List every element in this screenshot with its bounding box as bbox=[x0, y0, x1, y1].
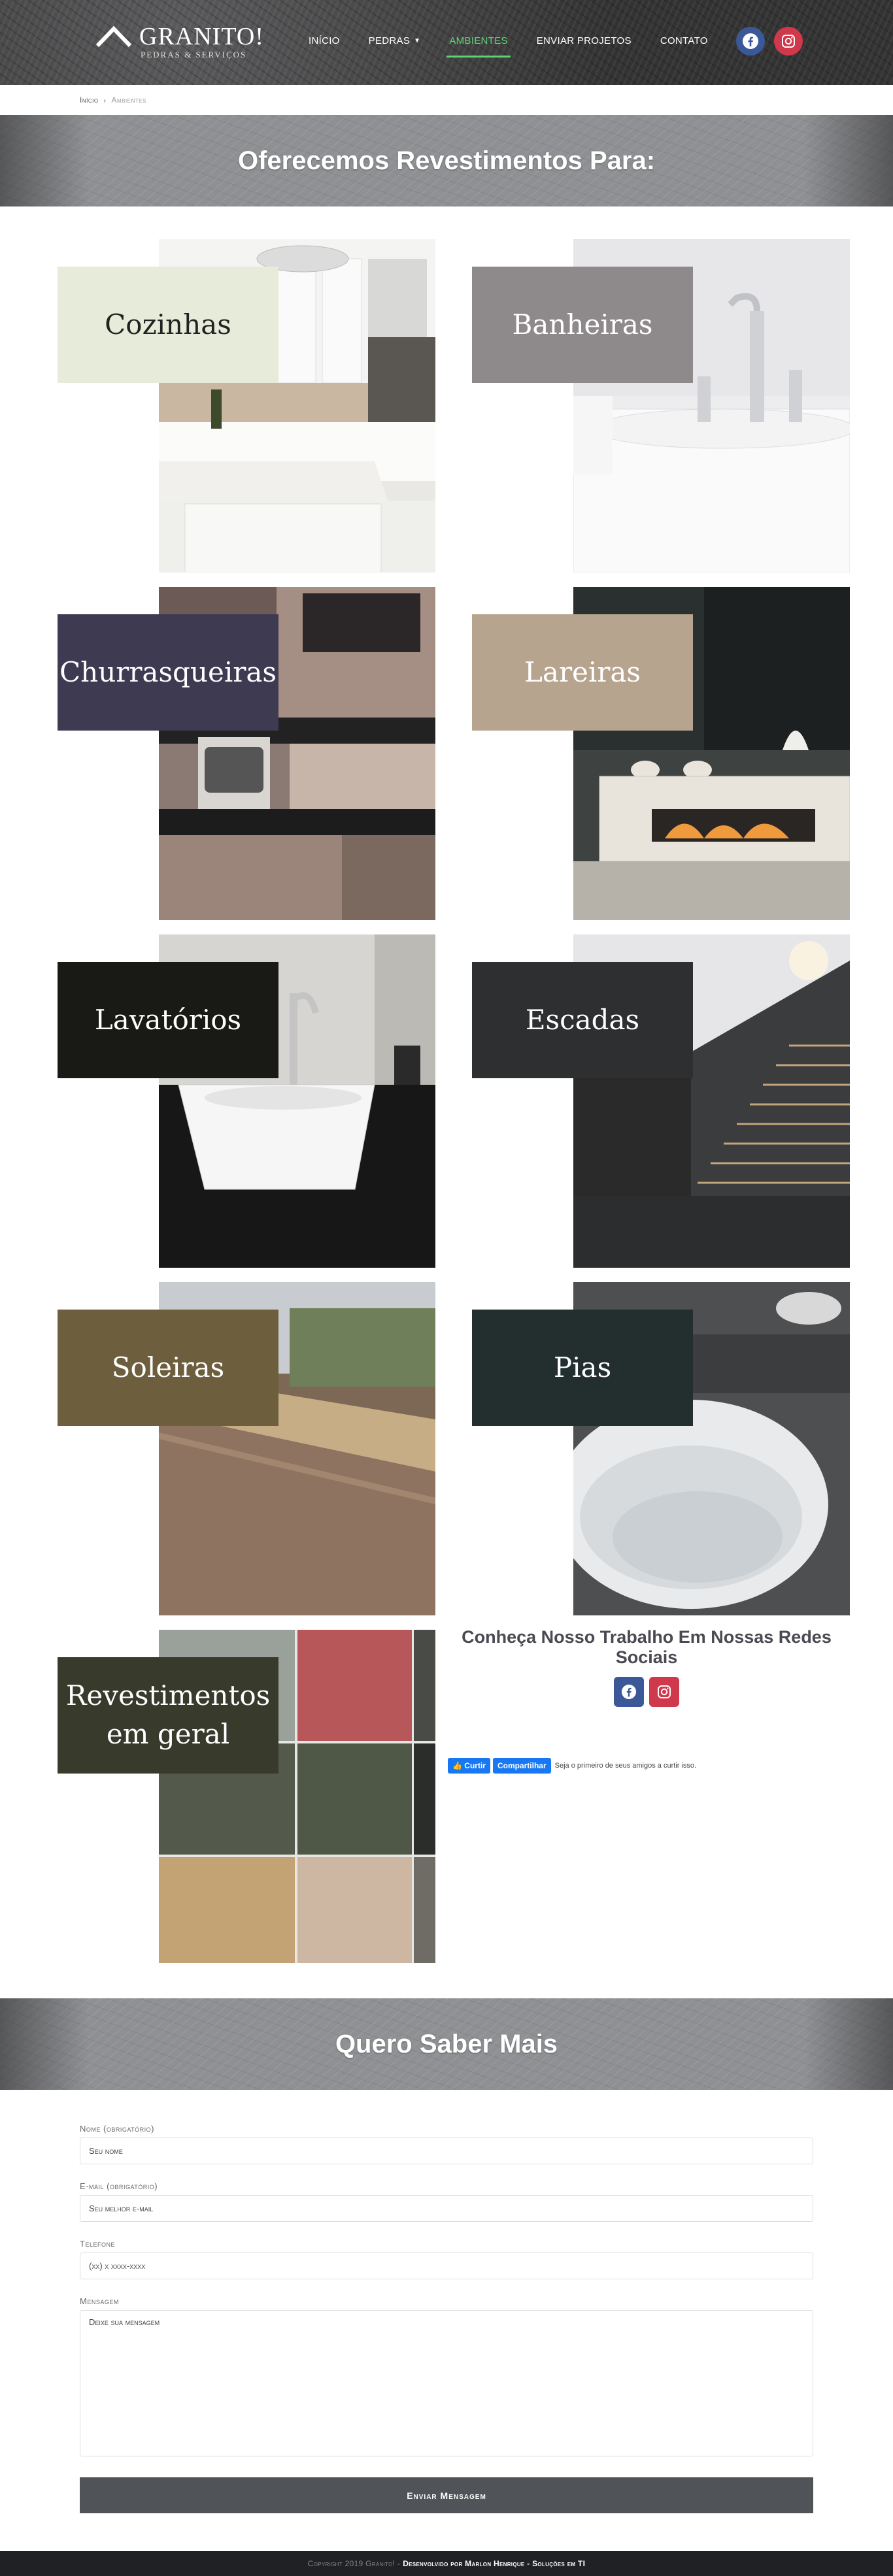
breadcrumb-current: Ambientes bbox=[111, 95, 146, 105]
contact-form: Nome (obrigatório) E-mail (obrigatório) … bbox=[80, 2124, 813, 2513]
social-panel: Conheça Nosso Trabalho Em Nossas Redes S… bbox=[446, 1627, 847, 1774]
logo-name: GRANITO! bbox=[139, 23, 264, 50]
footer-developer-link[interactable]: Desenvolvido por Marlon Henrique - Soluç… bbox=[403, 2559, 585, 2568]
email-field-group: E-mail (obrigatório) bbox=[80, 2181, 813, 2222]
site-header: GRANITO! PEDRAS & SERVIÇOS Início Pedras… bbox=[0, 0, 893, 85]
phone-input[interactable] bbox=[80, 2253, 813, 2279]
nav-item-enviar-projetos[interactable]: Enviar Projetos bbox=[522, 29, 646, 58]
message-textarea[interactable] bbox=[80, 2310, 813, 2456]
social-panel-links bbox=[446, 1677, 847, 1707]
facebook-share-button[interactable]: Compartilhar bbox=[492, 1758, 551, 1774]
name-label: Nome (obrigatório) bbox=[80, 2124, 154, 2134]
like-label: Curtir bbox=[464, 1761, 486, 1770]
contact-title: Quero Saber Mais bbox=[335, 2029, 558, 2058]
card-lareiras[interactable]: Lareiras bbox=[472, 587, 850, 920]
main-nav: Início Pedras ▼ Ambientes Enviar Projetos… bbox=[294, 29, 722, 58]
thumbs-up-icon: 👍 bbox=[452, 1761, 462, 1770]
card-pias[interactable]: Pias bbox=[472, 1282, 850, 1615]
chevron-down-icon: ▼ bbox=[414, 37, 421, 44]
card-lavatorios[interactable]: Lavatórios bbox=[58, 934, 435, 1268]
card-label: Revestimentos em geral bbox=[58, 1657, 278, 1774]
phone-label: Telefone bbox=[80, 2239, 115, 2249]
instagram-icon bbox=[782, 35, 795, 48]
phone-field-group: Telefone bbox=[80, 2239, 813, 2279]
facebook-like-note: Seja o primeiro de seus amigos a curtir … bbox=[554, 1762, 697, 1770]
email-label: E-mail (obrigatório) bbox=[80, 2181, 158, 2191]
card-soleiras[interactable]: Soleiras bbox=[58, 1282, 435, 1615]
contact-banner: Quero Saber Mais bbox=[0, 1998, 893, 2090]
facebook-link[interactable] bbox=[614, 1677, 644, 1707]
card-churrasqueiras[interactable]: Churrasqueiras bbox=[58, 587, 435, 920]
card-revestimentos-em-geral[interactable]: Revestimentos em geral bbox=[58, 1630, 435, 1963]
page-title: Oferecemos Revestimentos Para: bbox=[237, 146, 656, 175]
header-social-links bbox=[736, 27, 803, 56]
site-footer: Copyright 2019 Granito! - Desenvolvido p… bbox=[0, 2551, 893, 2576]
facebook-like-widget: 👍 Curtir Compartilhar Seja o primeiro de… bbox=[448, 1758, 696, 1774]
facebook-icon bbox=[621, 1684, 637, 1700]
nav-label: Enviar Projetos bbox=[536, 35, 632, 46]
social-panel-title: Conheça Nosso Trabalho Em Nossas Redes S… bbox=[462, 1627, 832, 1667]
breadcrumb-separator: › bbox=[103, 97, 107, 105]
name-field-group: Nome (obrigatório) bbox=[80, 2124, 813, 2164]
message-label: Mensagem bbox=[80, 2296, 119, 2306]
roof-logo-icon bbox=[95, 25, 132, 48]
nav-item-contato[interactable]: Contato bbox=[646, 29, 722, 58]
footer-copyright: Copyright 2019 Granito! - bbox=[307, 2559, 401, 2568]
logo[interactable]: GRANITO! PEDRAS & SERVIÇOS bbox=[95, 22, 265, 59]
nav-item-pedras[interactable]: Pedras ▼ bbox=[354, 29, 435, 58]
breadcrumb: Início › Ambientes bbox=[80, 95, 146, 105]
facebook-like-button[interactable]: 👍 Curtir bbox=[448, 1758, 490, 1774]
nav-label: Pedras bbox=[368, 35, 411, 46]
facebook-icon bbox=[743, 33, 758, 49]
card-label: Pias bbox=[472, 1310, 693, 1426]
logo-subtitle: PEDRAS & SERVIÇOS bbox=[141, 50, 247, 59]
message-field-group: Mensagem bbox=[80, 2296, 813, 2460]
card-label: Churrasqueiras bbox=[58, 614, 278, 731]
instagram-icon bbox=[658, 1685, 671, 1698]
card-label: Cozinhas bbox=[58, 267, 278, 383]
submit-button[interactable]: Enviar Mensagem bbox=[80, 2477, 813, 2513]
card-label: Lareiras bbox=[472, 614, 693, 731]
ambientes-banner: Oferecemos Revestimentos Para: bbox=[0, 115, 893, 206]
card-banheiras[interactable]: Banheiras bbox=[472, 239, 850, 572]
nav-label: Contato bbox=[660, 35, 708, 46]
email-input[interactable] bbox=[80, 2195, 813, 2222]
card-cozinhas[interactable]: Cozinhas bbox=[58, 239, 435, 572]
nav-label: Ambientes bbox=[449, 35, 508, 46]
instagram-link[interactable] bbox=[774, 27, 803, 56]
breadcrumb-home-link[interactable]: Início bbox=[80, 95, 99, 105]
instagram-link[interactable] bbox=[649, 1677, 679, 1707]
nav-item-inicio[interactable]: Início bbox=[294, 29, 354, 58]
card-escadas[interactable]: Escadas bbox=[472, 934, 850, 1268]
nav-item-ambientes[interactable]: Ambientes bbox=[435, 29, 522, 58]
card-label: Escadas bbox=[472, 962, 693, 1078]
card-label: Lavatórios bbox=[58, 962, 278, 1078]
facebook-link[interactable] bbox=[736, 27, 765, 56]
card-label: Banheiras bbox=[472, 267, 693, 383]
nav-label: Início bbox=[309, 35, 340, 46]
name-input[interactable] bbox=[80, 2138, 813, 2164]
card-label: Soleiras bbox=[58, 1310, 278, 1426]
